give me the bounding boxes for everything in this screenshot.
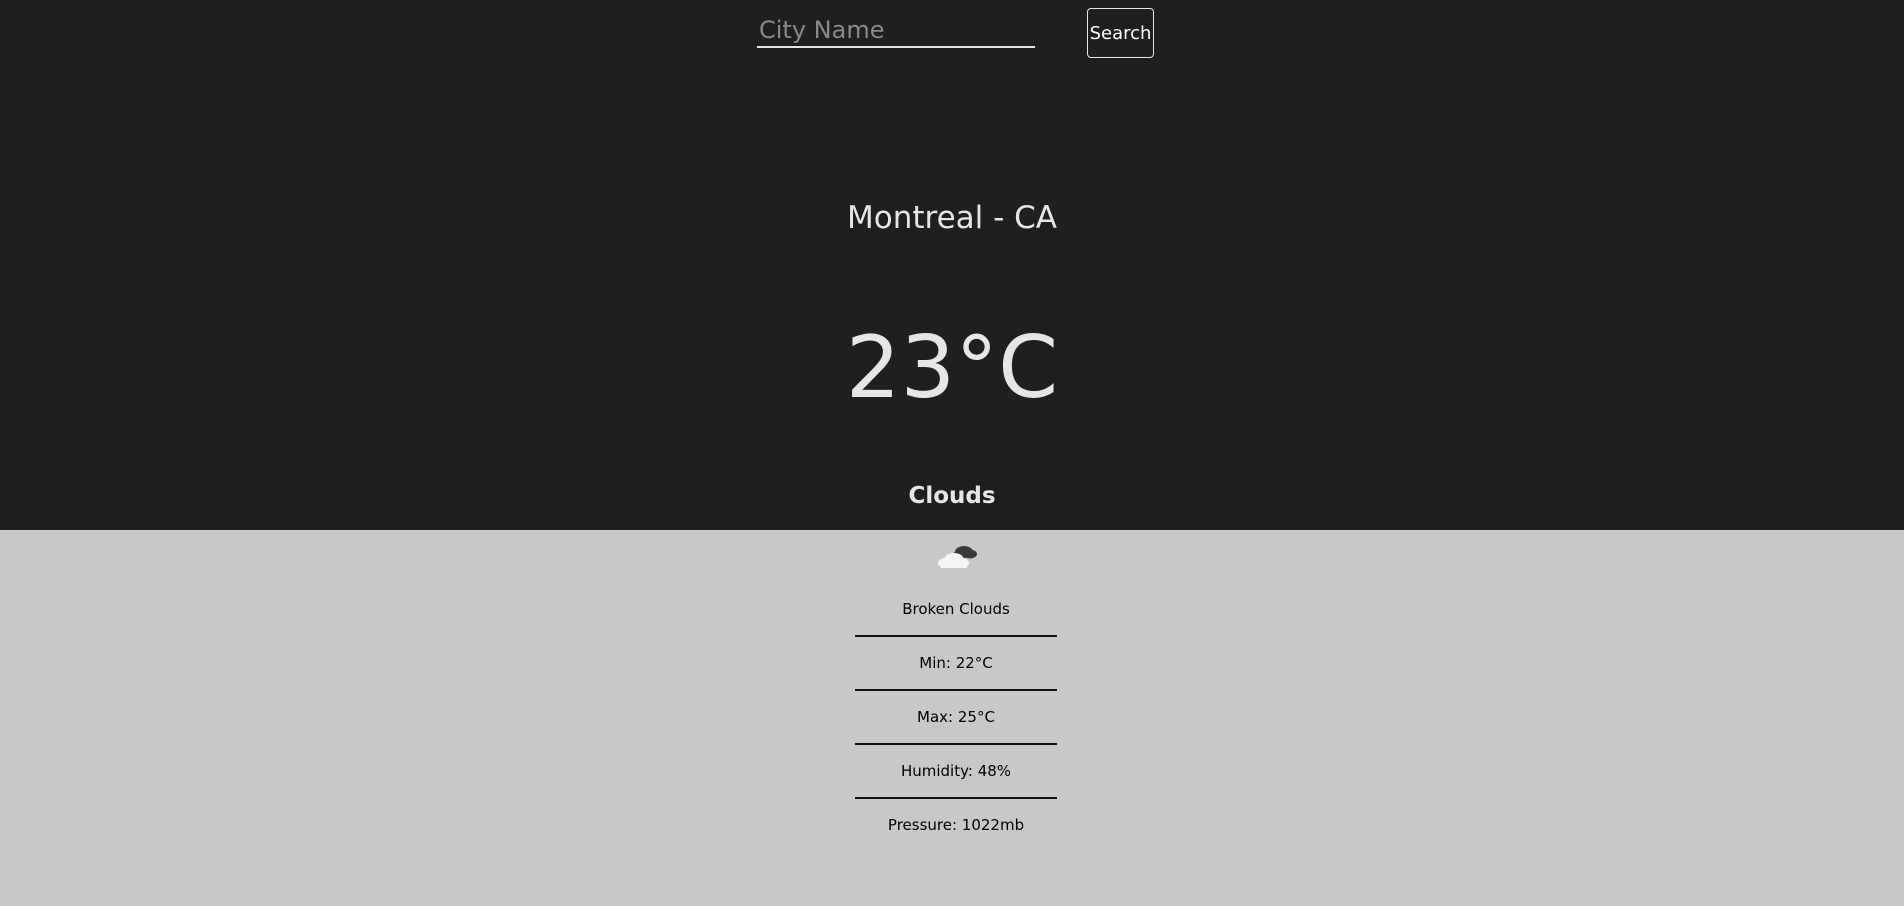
weather-details-list: Broken Clouds Min: 22°C Max: 25°C Humidi… <box>855 583 1057 851</box>
location-title: Montreal - CA <box>846 200 1057 236</box>
description-item: Broken Clouds <box>855 583 1057 637</box>
weather-header-panel: Search Montreal - CA 23°C Clouds <box>0 0 1904 530</box>
temperature-value: 23°C <box>845 318 1059 418</box>
broken-clouds-icon <box>938 546 977 568</box>
min-temp-item: Min: 22°C <box>855 637 1057 691</box>
humidity-item: Humidity: 48% <box>855 745 1057 799</box>
weather-condition: Clouds <box>908 483 996 509</box>
city-search-input[interactable] <box>757 14 1035 48</box>
search-button[interactable]: Search <box>1087 8 1154 58</box>
pressure-item: Pressure: 1022mb <box>887 816 1025 834</box>
max-temp-item: Max: 25°C <box>855 691 1057 745</box>
